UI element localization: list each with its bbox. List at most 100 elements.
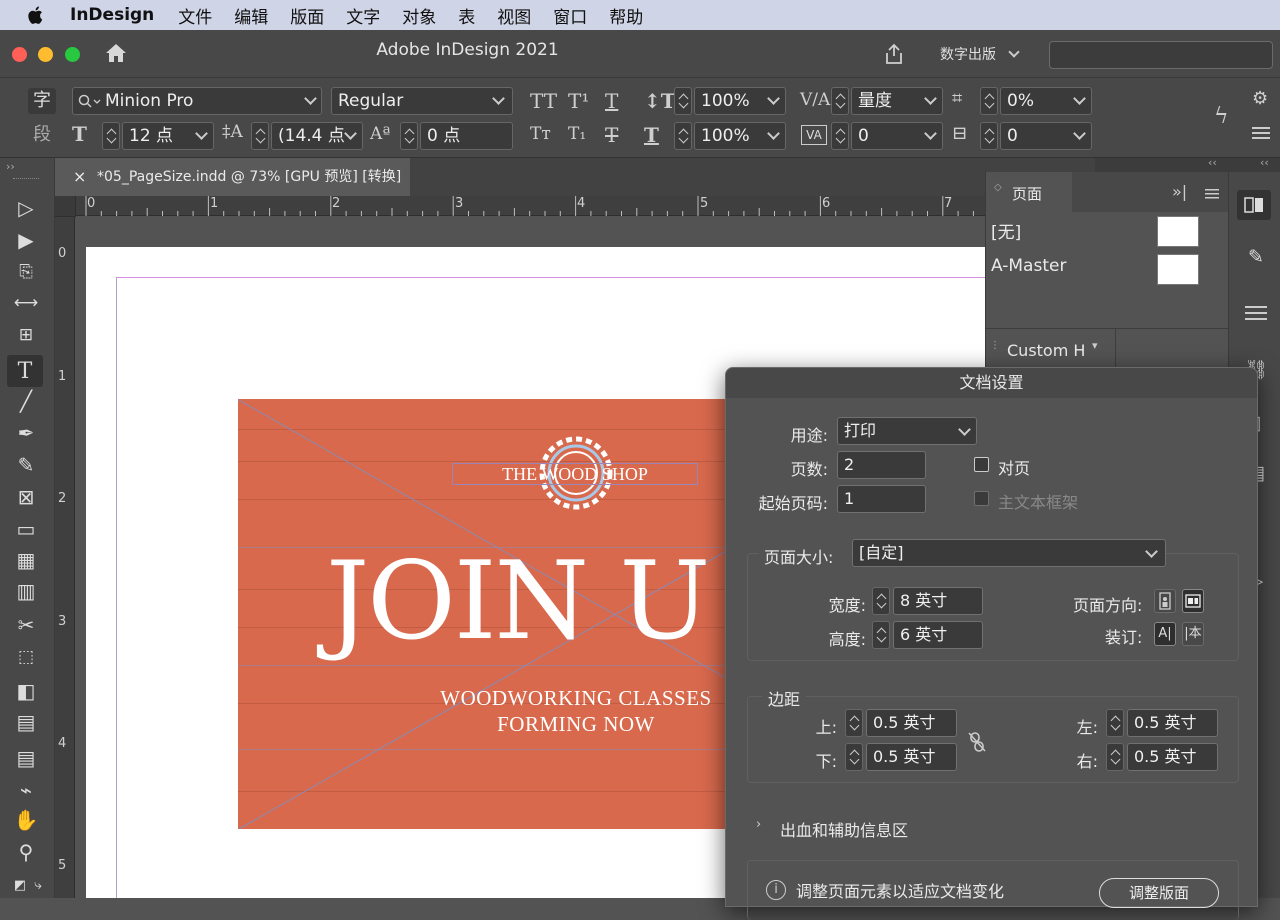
pages-tab[interactable]: ◇ 页面 (986, 172, 1072, 212)
small-caps-icon[interactable]: Tт (530, 124, 551, 144)
width-stepper[interactable] (872, 587, 890, 615)
menu-object[interactable]: 对象 (402, 3, 436, 28)
scissors-tool-icon[interactable]: ✂ (10, 610, 42, 640)
subscript-icon[interactable]: T₁ (568, 124, 586, 144)
direct-selection-tool-icon[interactable]: ▶ (10, 225, 42, 255)
selection-tool-icon[interactable]: ▷ (10, 193, 42, 223)
search-field[interactable] (1049, 41, 1273, 69)
menu-type[interactable]: 文字 (346, 3, 380, 28)
character-mode-button[interactable]: 字 (28, 88, 56, 114)
char-spacing-stepper[interactable] (980, 122, 998, 150)
menu-lines-icon[interactable] (1245, 305, 1267, 321)
margin-top-field[interactable]: 0.5 英寸 (866, 709, 957, 737)
pencil-tool-icon[interactable]: ✎ (10, 450, 42, 480)
apple-icon[interactable] (26, 5, 46, 25)
menu-table[interactable]: 表 (458, 3, 475, 28)
font-style-field[interactable]: Regular (331, 87, 513, 115)
page-size-select[interactable]: ⋮ Custom H ▾ (986, 329, 1116, 368)
width-field[interactable]: 8 英寸 (893, 587, 983, 615)
eyedropper-tool-icon[interactable]: ⌁ (10, 775, 42, 805)
left-to-right-binding-button[interactable]: A| (1154, 622, 1176, 646)
margin-top-stepper[interactable] (845, 709, 863, 737)
broken-link-icon[interactable] (966, 730, 988, 754)
free-transform-tool-icon[interactable]: ⬚ (10, 642, 42, 672)
type-tool-icon[interactable]: T (7, 355, 43, 387)
margin-bottom-stepper[interactable] (845, 743, 863, 771)
toolbar-grip[interactable] (13, 178, 39, 181)
tab-collapse-icon[interactable]: ◇ (994, 182, 1002, 193)
hand-tool-icon[interactable]: ✋ (10, 805, 42, 835)
margin-left-stepper[interactable] (1106, 709, 1124, 737)
menu-layout[interactable]: 版面 (290, 3, 324, 28)
margin-bottom-field[interactable]: 0.5 英寸 (866, 743, 957, 771)
placed-image-frame[interactable]: THE WOOD SHOP JOIN U WOODWORKING CLASSES… (238, 399, 738, 829)
pages-panel-button[interactable] (1237, 190, 1271, 220)
underline-icon[interactable]: T (605, 89, 618, 113)
bleed-slug-disclosure[interactable]: 出血和辅助信息区 (780, 817, 908, 841)
line-tool-icon[interactable]: ╱ (10, 386, 42, 416)
menu-edit[interactable]: 编辑 (234, 3, 268, 28)
page-tool-icon[interactable]: ⎘ (10, 257, 42, 287)
swap-fill-stroke-icon[interactable]: ⤷ (22, 870, 54, 900)
height-stepper[interactable] (872, 621, 890, 649)
vertical-scale-stepper[interactable] (674, 87, 692, 115)
horizontal-scale-stepper[interactable] (674, 122, 692, 150)
collapse-icon[interactable]: ›› (6, 160, 15, 173)
rectangle-frame-tool-icon[interactable]: ⊠ (10, 482, 42, 512)
strikethrough-icon[interactable]: T (605, 123, 618, 147)
gap-tool-icon[interactable]: ⟷ (10, 288, 42, 318)
panel-menu-icon[interactable] (1205, 189, 1219, 199)
page-size-select[interactable]: [自定] (852, 539, 1166, 567)
collapse-dock-icon[interactable]: ‹‹ (1260, 156, 1269, 169)
gradient-feather-tool-icon[interactable]: ▤ (10, 707, 42, 737)
note-tool-icon[interactable]: ▤ (10, 743, 42, 773)
pen-tool-icon[interactable]: ✒ (10, 418, 42, 448)
chevron-right-icon[interactable]: › (756, 817, 761, 832)
expand-panel-icon[interactable]: »| (1172, 182, 1187, 201)
menu-help[interactable]: 帮助 (609, 3, 643, 28)
adjust-layout-button[interactable]: 调整版面 (1099, 878, 1219, 908)
gear-icon[interactable]: ⚙ (1252, 88, 1268, 109)
kerning-stepper[interactable] (831, 87, 849, 115)
content-collector-icon[interactable]: ⊞ (10, 320, 42, 350)
portrait-orientation-button[interactable] (1154, 589, 1176, 613)
gradient-swatch-tool-icon[interactable]: ◧ (10, 676, 42, 706)
close-tab-icon[interactable]: × (73, 158, 86, 196)
margin-right-field[interactable]: 0.5 英寸 (1127, 743, 1218, 771)
margin-left-field[interactable]: 0.5 英寸 (1127, 709, 1218, 737)
share-icon[interactable] (882, 42, 906, 66)
font-size-stepper[interactable] (102, 122, 120, 150)
vertical-ruler[interactable]: 0 1 2 3 4 5 (55, 216, 75, 898)
margin-right-stepper[interactable] (1106, 743, 1124, 771)
right-to-left-binding-button[interactable]: |本 (1182, 622, 1204, 646)
panel-menu-icon[interactable] (1252, 126, 1270, 140)
menu-app-name[interactable]: InDesign (70, 5, 154, 25)
zoom-tool-icon[interactable]: ⚲ (10, 837, 42, 867)
all-caps-icon[interactable]: TT (530, 89, 557, 113)
document-tab[interactable]: × *05_PageSize.indd @ 73% [GPU 预览] [转换] (55, 158, 410, 196)
landscape-orientation-button[interactable] (1182, 589, 1204, 613)
a-master-thumbnail[interactable] (1157, 254, 1199, 285)
menu-view[interactable]: 视图 (497, 3, 531, 28)
menu-file[interactable]: 文件 (178, 3, 212, 28)
primary-text-frame-checkbox[interactable] (974, 491, 989, 506)
ruler-origin[interactable] (55, 196, 76, 217)
superscript-icon[interactable]: T¹ (568, 89, 589, 113)
lightning-icon[interactable]: ϟ (1214, 104, 1229, 129)
collapse-panels-icon[interactable]: ‹‹ (1208, 156, 1217, 169)
tracking-stepper[interactable] (831, 122, 849, 150)
layers-icon[interactable]: ✎ (1243, 246, 1269, 272)
baseline-shift-field[interactable]: 0 点 (420, 122, 513, 150)
master-none-label[interactable]: [无] (991, 218, 1021, 243)
digital-publishing-menu[interactable]: 数字出版 (940, 44, 1021, 64)
menu-window[interactable]: 窗口 (553, 3, 587, 28)
baseline-shift-stepper[interactable] (400, 122, 418, 150)
paragraph-mode-button[interactable]: 段 (28, 122, 56, 148)
horizontal-ruler[interactable]: 0 1 2 3 4 5 6 7 (55, 196, 985, 216)
grid-tool-icon[interactable]: ▥ (10, 576, 42, 606)
start-page-field[interactable]: 1 (837, 485, 926, 513)
table-tool-icon[interactable]: ▦ (10, 545, 42, 575)
intent-select[interactable]: 打印 (837, 417, 977, 445)
facing-pages-checkbox[interactable] (974, 457, 989, 472)
font-family-field[interactable]: Minion Pro (72, 87, 322, 115)
